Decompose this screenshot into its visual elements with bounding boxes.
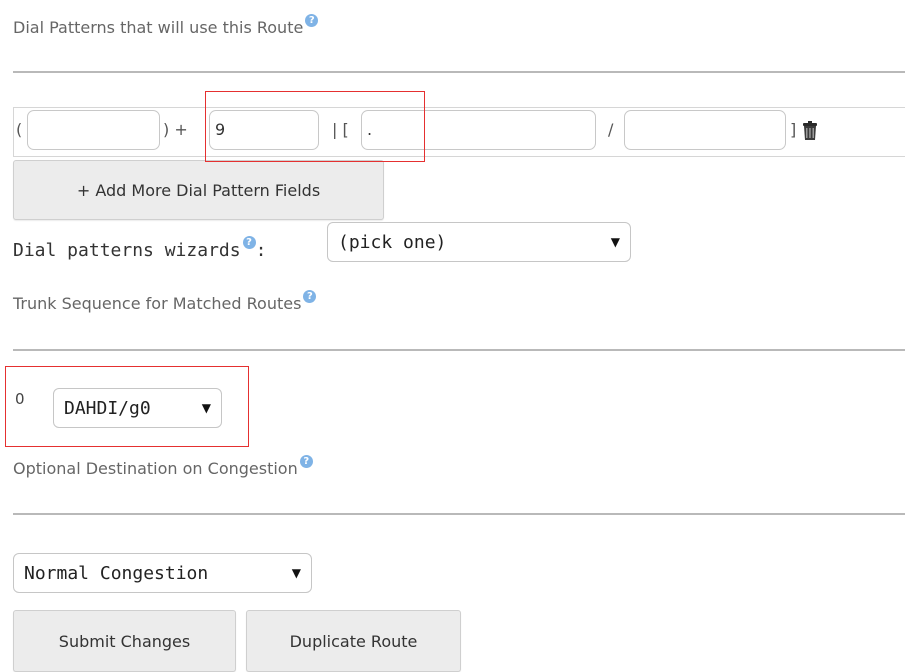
chevron-down-icon: ▼ xyxy=(201,401,211,415)
help-icon[interactable]: ? xyxy=(305,14,319,27)
pipe-bracket: | [ xyxy=(332,120,349,139)
dial-wizards-label-text: Dial patterns wizards xyxy=(13,240,241,261)
trunk-selected: DAHDI/g0 xyxy=(64,397,151,419)
congestion-destination-select[interactable]: Normal Congestion ▼ xyxy=(13,553,312,593)
trash-icon[interactable] xyxy=(802,121,818,141)
congestion-title: Optional Destination on Congestion? xyxy=(13,455,313,478)
dial-wizards-label: Dial patterns wizards?: xyxy=(13,236,267,261)
help-icon[interactable]: ? xyxy=(299,455,313,468)
divider xyxy=(13,349,905,351)
prefix-input[interactable]: 9 xyxy=(209,110,319,150)
close-bracket: ] xyxy=(790,120,797,139)
trunk-sequence-title: Trunk Sequence for Matched Routes? xyxy=(13,290,317,313)
add-dial-pattern-button[interactable]: + Add More Dial Pattern Fields xyxy=(13,160,384,220)
help-icon[interactable]: ? xyxy=(242,236,256,249)
divider xyxy=(13,71,905,73)
dial-patterns-title: Dial Patterns that will use this Route? xyxy=(13,14,319,37)
divider xyxy=(13,513,905,515)
help-icon[interactable]: ? xyxy=(303,290,317,303)
dial-wizards-selected: (pick one) xyxy=(338,231,447,253)
prepend-input[interactable] xyxy=(27,110,160,150)
slash: / xyxy=(608,120,614,139)
dial-wizards-colon: : xyxy=(255,240,267,261)
close-paren-plus: ) + xyxy=(163,120,188,139)
chevron-down-icon: ▼ xyxy=(610,235,620,249)
match-pattern-input[interactable]: . xyxy=(361,110,596,150)
dial-wizards-select[interactable]: (pick one) ▼ xyxy=(327,222,631,262)
duplicate-route-button[interactable]: Duplicate Route xyxy=(246,610,461,672)
dial-patterns-title-text: Dial Patterns that will use this Route xyxy=(13,18,304,37)
open-paren: ( xyxy=(16,120,23,139)
trunk-sequence-title-text: Trunk Sequence for Matched Routes xyxy=(13,294,302,313)
submit-changes-button[interactable]: Submit Changes xyxy=(13,610,236,672)
trunk-sequence-index: 0 xyxy=(15,390,25,408)
trunk-select[interactable]: DAHDI/g0 ▼ xyxy=(53,388,222,428)
congestion-title-text: Optional Destination on Congestion xyxy=(13,459,298,478)
dial-pattern-row: ( ) + 9 | [ . / ] xyxy=(13,107,905,157)
congestion-selected: Normal Congestion xyxy=(24,562,209,584)
callerid-input[interactable] xyxy=(624,110,786,150)
chevron-down-icon: ▼ xyxy=(291,566,301,580)
outbound-route-form: Dial Patterns that will use this Route? … xyxy=(0,0,905,672)
